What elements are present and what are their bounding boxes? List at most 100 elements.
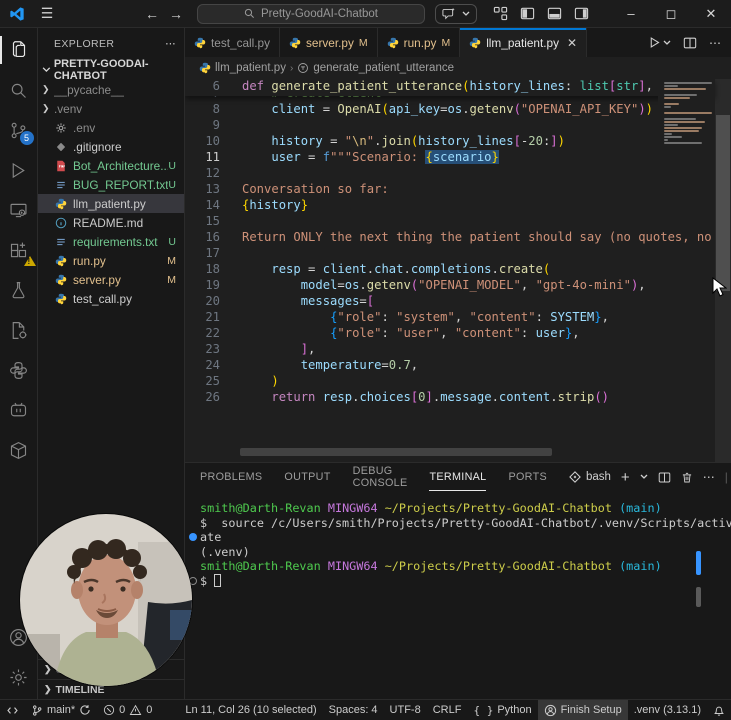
menu-icon[interactable]: ☰ — [35, 5, 59, 22]
editor-more-actions-icon[interactable]: ⋯ — [709, 36, 721, 50]
code-line-22[interactable]: 22 {"role": "user", "content": user}, — [185, 326, 715, 342]
close-button[interactable]: ✕ — [691, 0, 731, 27]
file-item--pycache-[interactable]: ❯ __pycache__ — [38, 80, 184, 99]
activitybar-python-environments-icon[interactable] — [0, 310, 38, 350]
explorer-root-folder[interactable]: PRETTY-GOODAI-CHATBOT — [38, 58, 184, 82]
panel-tab-terminal[interactable]: TERMINAL — [429, 463, 487, 491]
scrollbar-thumb[interactable] — [716, 115, 730, 291]
command-center-search[interactable]: Pretty-GoodAI-Chatbot — [197, 3, 425, 24]
panel-tab-ports[interactable]: PORTS — [508, 463, 547, 491]
toggle-secondary-sidebar-icon[interactable] — [574, 6, 589, 21]
modified-badge: M — [441, 36, 451, 49]
tab-server-py[interactable]: server.py M — [280, 28, 378, 57]
split-editor-icon[interactable] — [683, 36, 697, 50]
panel-tab-problems[interactable]: PROBLEMS — [200, 463, 262, 491]
tab-test-call-py[interactable]: test_call.py — [185, 28, 281, 57]
activitybar-settings-gear-icon[interactable] — [0, 657, 38, 697]
code-line-17[interactable]: 17 — [185, 246, 715, 262]
code-line-15[interactable]: 15 — [185, 214, 715, 230]
status-branch[interactable]: main* — [25, 700, 97, 720]
file-item-server-py[interactable]: server.py M — [38, 270, 184, 289]
file-item--gitignore[interactable]: .gitignore — [38, 137, 184, 156]
code-line-18[interactable]: 18 resp = client.chat.completions.create… — [185, 262, 715, 278]
panel-tab-output[interactable]: OUTPUT — [284, 463, 330, 491]
code-line-8[interactable]: 8 client = OpenAI(api_key=os.getenv("OPE… — [185, 102, 715, 118]
breadcrumb-file[interactable]: llm_patient.py — [215, 62, 286, 74]
copilot-button[interactable] — [435, 3, 477, 24]
status-eol[interactable]: CRLF — [427, 700, 468, 720]
editor-vertical-scrollbar[interactable] — [715, 79, 731, 462]
activitybar-source-control-icon[interactable]: 5 — [0, 110, 38, 150]
code-line-13[interactable]: 13 Conversation so far: — [185, 182, 715, 198]
toggle-panel-icon[interactable] — [547, 6, 562, 21]
split-terminal-icon[interactable] — [658, 471, 671, 484]
status-finish-setup[interactable]: Finish Setup — [537, 700, 628, 720]
panel-tab-debug-console[interactable]: DEBUG CONSOLE — [353, 463, 408, 491]
activitybar-search-icon[interactable] — [0, 70, 38, 110]
panel-more-actions-icon[interactable]: ⋯ — [703, 470, 715, 484]
activitybar-containers-icon[interactable] — [0, 430, 38, 470]
kill-terminal-trash-icon[interactable] — [681, 471, 693, 484]
code-line-10[interactable]: 10 history = "\n".join(history_lines[-20… — [185, 134, 715, 150]
customize-layout-icon[interactable] — [493, 6, 508, 21]
code-line-6[interactable]: 6 def generate_patient_utterance(history_… — [185, 79, 712, 95]
toggle-primary-sidebar-icon[interactable] — [520, 6, 535, 21]
activitybar-remote-explorer-icon[interactable] — [0, 190, 38, 230]
code-editor[interactable]: 6 def generate_patient_utterance(history_… — [185, 79, 731, 462]
forward-arrow-icon[interactable]: → — [169, 6, 183, 22]
code-line-12[interactable]: 12 — [185, 166, 715, 182]
status-encoding[interactable]: UTF-8 — [384, 700, 427, 720]
tab-llm-patient-py[interactable]: llm_patient.py ✕ — [460, 28, 588, 57]
chevron-down-icon[interactable] — [640, 474, 648, 480]
status-language-mode[interactable]: { } Python — [467, 700, 537, 720]
minimap[interactable] — [658, 79, 715, 145]
terminal-scrollbar[interactable] — [696, 551, 701, 607]
activitybar-testing-icon[interactable] — [0, 270, 38, 310]
activitybar-run-and-debug-icon[interactable] — [0, 150, 38, 190]
file-item-readme-md[interactable]: README.md — [38, 213, 184, 232]
code-line-9[interactable]: 9 — [185, 118, 715, 134]
file-item--venv[interactable]: ❯ .venv — [38, 99, 184, 118]
python-icon — [54, 273, 68, 287]
status-remote[interactable] — [0, 700, 25, 720]
tab-run-py[interactable]: run.py M — [377, 28, 461, 57]
activitybar-extensions-icon[interactable] — [0, 230, 38, 270]
terminal[interactable]: smith@Darth-Revan MINGW64 ~/Projects/Pre… — [185, 491, 731, 699]
code-line-20[interactable]: 20 messages=[ — [185, 294, 715, 310]
file-item-llm-patient-py[interactable]: llm_patient.py — [38, 194, 184, 213]
back-arrow-icon[interactable]: ← — [145, 6, 159, 22]
status-indentation[interactable]: Spaces: 4 — [323, 700, 384, 720]
breadcrumb-symbol[interactable]: generate_patient_utterance — [313, 62, 454, 74]
status-cursor-position[interactable]: Ln 11, Col 26 (10 selected) — [179, 700, 322, 720]
file-item--env[interactable]: .env — [38, 118, 184, 137]
sticky-scroll-line[interactable]: 6 def generate_patient_utterance(history_… — [185, 79, 715, 96]
new-terminal-icon[interactable]: + — [621, 469, 630, 486]
run-python-file-icon[interactable] — [648, 36, 671, 49]
file-item-requirements-txt[interactable]: requirements.txt U — [38, 232, 184, 251]
code-line-26[interactable]: 26 return resp.choices[0].message.conten… — [185, 390, 715, 406]
code-line-21[interactable]: 21 {"role": "system", "content": SYSTEM}… — [185, 310, 715, 326]
status-notifications-bell[interactable] — [707, 700, 731, 720]
activitybar-explorer-icon[interactable] — [0, 30, 38, 70]
activitybar-python-icon[interactable] — [0, 350, 38, 390]
file-item-bug-report-txt[interactable]: BUG_REPORT.txt U — [38, 175, 184, 194]
minimize-button[interactable]: – — [611, 0, 651, 27]
status-problems[interactable]: 00 — [97, 700, 158, 720]
code-line-16[interactable]: 16 Return ONLY the next thing the patient… — [185, 230, 715, 246]
file-item-test-call-py[interactable]: test_call.py — [38, 289, 184, 308]
file-item-run-py[interactable]: run.py M — [38, 251, 184, 270]
editor-horizontal-scrollbar[interactable] — [240, 448, 552, 456]
explorer-more-actions-icon[interactable]: ⋯ — [165, 38, 176, 50]
code-line-11[interactable]: 11 user = f"""Scenario: {scenario} — [185, 150, 715, 166]
file-item-bot-architecture-[interactable]: Bot_Architecture... U — [38, 156, 184, 175]
maximize-button[interactable]: ◻ — [651, 0, 691, 27]
status-python-interpreter[interactable]: .venv (3.13.1) — [628, 700, 707, 720]
close-tab-icon[interactable]: ✕ — [567, 36, 577, 50]
code-line-14[interactable]: 14 {history} — [185, 198, 715, 214]
code-line-24[interactable]: 24 temperature=0.7, — [185, 358, 715, 374]
code-line-25[interactable]: 25 ) — [185, 374, 715, 390]
code-line-23[interactable]: 23 ], — [185, 342, 715, 358]
shell-selector[interactable]: bash — [569, 471, 611, 483]
activitybar-chat-robot-icon[interactable] — [0, 390, 38, 430]
code-line-19[interactable]: 19 model=os.getenv("OPENAI_MODEL", "gpt-… — [185, 278, 715, 294]
